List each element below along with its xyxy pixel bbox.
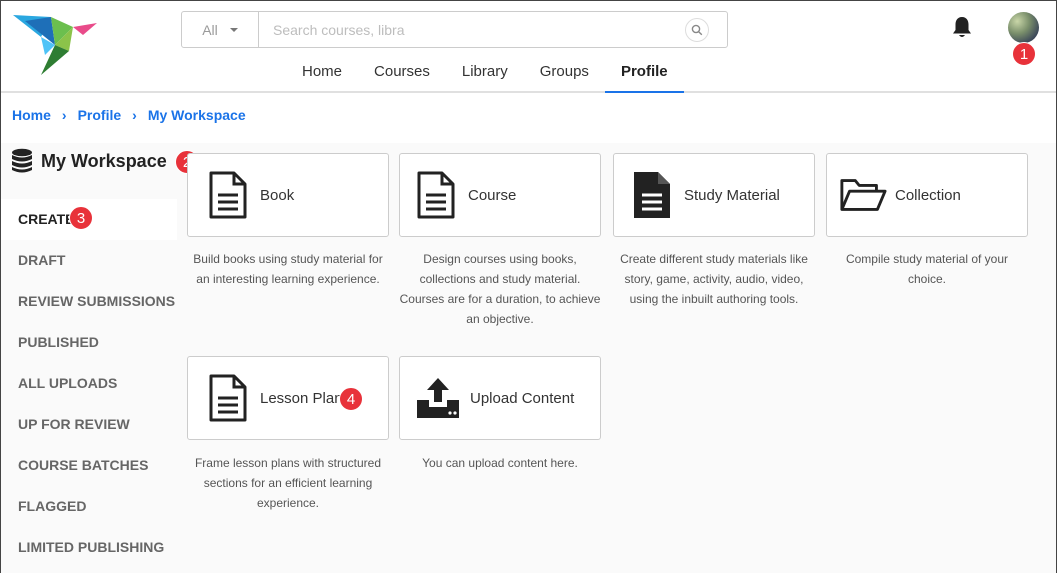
breadcrumb-home[interactable]: Home [12, 107, 51, 123]
upload-content-card[interactable]: Upload Content [399, 356, 601, 440]
create-book-card[interactable]: Book [187, 153, 389, 237]
card-label: Upload Content [470, 389, 575, 407]
search-filter-value: All [202, 21, 218, 38]
document-icon [209, 374, 247, 422]
search-input[interactable] [259, 12, 685, 47]
filled-document-icon [634, 172, 670, 218]
folder-open-icon [840, 179, 887, 211]
create-course-card[interactable]: Course [399, 153, 601, 237]
sidebar-item-course-batches[interactable]: COURSE BATCHES [1, 445, 177, 486]
notification-bell-icon[interactable] [951, 15, 973, 39]
sidebar-item-draft[interactable]: DRAFT [1, 240, 177, 281]
upload-icon [417, 378, 459, 418]
nav-profile[interactable]: Profile [604, 53, 684, 93]
search-icon [691, 24, 703, 36]
user-avatar[interactable] [1008, 12, 1039, 43]
card-description: Create different study materials like st… [620, 252, 808, 306]
card-label: Collection [895, 186, 961, 204]
card-label: Study Material [684, 186, 780, 204]
top-header: All 1 Home Courses Library Groups Profil… [1, 1, 1056, 93]
nav-courses[interactable]: Courses [358, 53, 446, 93]
sidebar-item-flagged[interactable]: FLAGGED [1, 486, 177, 527]
nav-groups[interactable]: Groups [524, 53, 605, 93]
chevron-down-icon [229, 27, 238, 32]
nav-home[interactable]: Home [286, 53, 358, 93]
sidebar-item-published[interactable]: PUBLISHED [1, 322, 177, 363]
chevron-right-icon: › [132, 107, 137, 123]
card-description: You can upload content here. [422, 456, 578, 470]
document-icon [417, 171, 455, 219]
card-description: Frame lesson plans with structured secti… [194, 456, 382, 510]
search-bar: All [181, 11, 728, 48]
sidebar-item-limited-publishing[interactable]: LIMITED PUBLISHING [1, 527, 177, 568]
card-label: Course [468, 186, 517, 204]
breadcrumb: Home › Profile › My Workspace [12, 107, 246, 123]
card-description: Build books using study material for an … [193, 252, 383, 286]
database-icon [12, 148, 32, 173]
workspace-sidebar: CREATE DRAFT REVIEW SUBMISSIONS PUBLISHE… [1, 199, 177, 568]
hummingbird-logo[interactable] [11, 11, 101, 77]
card-label: Book [260, 186, 295, 204]
document-icon [209, 171, 247, 219]
workspace-title: My Workspace [11, 148, 167, 174]
annotation-badge-1: 1 [1012, 42, 1036, 66]
annotation-badge-4: 4 [339, 387, 363, 411]
card-description: Design courses using books, collections … [399, 252, 601, 326]
nav-library[interactable]: Library [446, 53, 524, 93]
sidebar-item-all-uploads[interactable]: ALL UPLOADS [1, 363, 177, 404]
breadcrumb-profile[interactable]: Profile [78, 107, 122, 123]
create-study-material-card[interactable]: Study Material [613, 153, 815, 237]
search-filter-select[interactable]: All [182, 12, 259, 47]
chevron-right-icon: › [61, 107, 67, 123]
main-nav: Home Courses Library Groups Profile [286, 53, 684, 93]
card-description: Compile study material of your choice. [845, 252, 1009, 286]
sidebar-item-up-for-review[interactable]: UP FOR REVIEW [1, 404, 177, 445]
sidebar-item-review-submissions[interactable]: REVIEW SUBMISSIONS [1, 281, 177, 322]
create-collection-card[interactable]: Collection [826, 153, 1028, 237]
workspace-title-text: My Workspace [41, 150, 167, 171]
breadcrumb-my-workspace[interactable]: My Workspace [148, 107, 246, 123]
card-label: Lesson Plan [260, 389, 343, 407]
annotation-badge-3: 3 [69, 206, 93, 230]
search-button[interactable] [685, 18, 709, 42]
